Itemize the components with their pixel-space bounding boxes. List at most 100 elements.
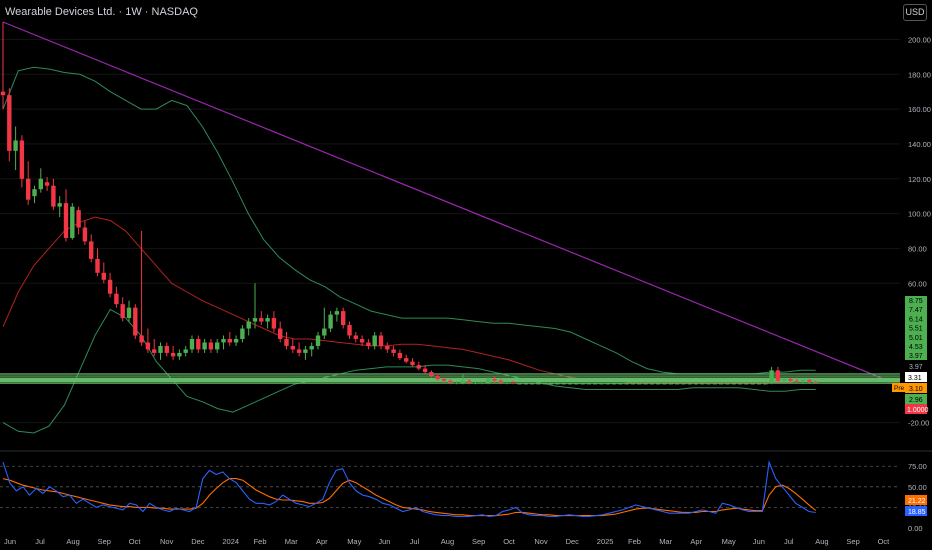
candle-body: [259, 318, 264, 322]
candle-body: [221, 338, 226, 343]
candle-body: [441, 379, 447, 381]
candle-body: [378, 335, 384, 346]
candle-body: [429, 372, 434, 376]
candle-body: [271, 318, 277, 329]
candle-body: [492, 379, 497, 381]
time-tick-label: Mar: [285, 537, 298, 546]
price-tick-label: 140.00: [908, 140, 931, 149]
price-tick-label: 60.00: [908, 279, 927, 288]
candle-body: [580, 383, 585, 385]
candle-body: [70, 206, 75, 238]
support-level-label: 4.53: [909, 344, 923, 351]
candle-body: [404, 358, 409, 362]
candle-body: [164, 345, 169, 353]
candle-body: [353, 335, 358, 339]
candle-body: [347, 325, 352, 336]
candle-body: [107, 279, 113, 294]
candle-body: [574, 383, 579, 385]
candle-body: [542, 383, 547, 385]
candle-body: [63, 203, 69, 238]
time-tick-label: Jun: [753, 537, 765, 546]
time-tick-label: Aug: [66, 537, 79, 546]
rsi-ma-value: 21.22: [908, 498, 926, 505]
candle-body: [76, 210, 81, 228]
candle-body: [57, 203, 62, 207]
candle-body: [769, 370, 774, 384]
candle-body: [101, 272, 106, 280]
candle-body: [731, 383, 736, 385]
chart-title: Wearable Devices Ltd. · 1W · NASDAQ: [5, 6, 198, 18]
candle-body: [435, 375, 440, 380]
candle-body: [208, 342, 214, 350]
candle-body: [567, 383, 573, 385]
rsi-tick-label: 50.00: [908, 483, 927, 492]
candle-body: [13, 140, 18, 151]
time-tick-label: 2025: [597, 537, 614, 546]
candle-body: [7, 95, 12, 151]
candle-body: [794, 380, 799, 382]
candle-body: [303, 349, 308, 353]
candle-body: [737, 383, 743, 385]
candle-body: [152, 349, 157, 353]
support-level-label: 5.51: [909, 326, 923, 333]
time-axis: Jun Jul Aug Sep Oct Nov Dec 2024 Feb Mar Apr May Jun…: [4, 537, 890, 546]
candle-body: [95, 258, 100, 273]
time-tick-label: Sep: [472, 537, 485, 546]
time-tick-label: Jul: [784, 537, 794, 546]
candle-body: [788, 379, 793, 381]
candle-body: [517, 383, 522, 385]
candle-body: [278, 328, 283, 339]
candle-body: [605, 383, 610, 385]
candle-body: [202, 342, 207, 350]
candle-body: [687, 383, 692, 385]
support-level-label: 8.75: [909, 298, 923, 305]
candle-body: [114, 293, 119, 305]
candle-body: [158, 345, 163, 353]
price-tick-label: 3.97: [909, 364, 923, 371]
candle-body: [668, 383, 673, 385]
candle-body: [548, 383, 554, 385]
candle-body: [712, 383, 718, 385]
candle-body: [744, 383, 749, 385]
price-tick-label: 80.00: [908, 244, 927, 253]
candle-body: [341, 311, 346, 326]
time-tick-label: 2024: [222, 537, 239, 546]
candle-body: [139, 335, 144, 343]
candle-body: [296, 349, 302, 353]
candle-body: [120, 304, 125, 319]
pre-price-label: 3.10: [909, 386, 923, 393]
candle-body: [454, 382, 459, 384]
support-level-label: 7.47: [909, 307, 923, 314]
rsi-tick-label: 75.00: [908, 462, 927, 471]
candle-body: [126, 307, 132, 319]
candle-body: [662, 383, 667, 385]
candle-body: [530, 383, 535, 385]
candle-body: [410, 361, 415, 366]
candle-body: [656, 383, 661, 385]
currency-button[interactable]: USD: [903, 4, 927, 21]
support-price-label: 2.96: [909, 397, 923, 404]
price-tick-label: 100.00: [908, 210, 931, 219]
candle-body: [391, 349, 396, 353]
price-chart[interactable]: 75.0050.0025.000.0021.2218.85 200.00180.…: [0, 0, 932, 550]
candle-body: [460, 380, 466, 383]
pre-tag-label: Pre: [894, 385, 905, 392]
candle-body: [674, 383, 680, 385]
candle-body: [170, 352, 176, 357]
time-tick-label: Sep: [846, 537, 859, 546]
price-tick-label: 200.00: [908, 35, 931, 44]
last-price-label: 3.31: [908, 375, 922, 382]
time-tick-label: Jun: [4, 537, 16, 546]
candle-body: [19, 140, 25, 179]
rsi-panel[interactable]: 75.0050.0025.000.0021.2218.85: [0, 450, 932, 533]
price-axis: 200.00 180.00 160.00 140.00 120.00 100.00 80.0…: [905, 35, 931, 428]
candle-body: [782, 379, 787, 381]
time-tick-label: Oct: [878, 537, 891, 546]
candle-body: [643, 383, 648, 385]
candle-body: [246, 321, 251, 329]
candle-body: [637, 383, 642, 385]
time-tick-label: Apr: [316, 537, 328, 546]
candle-body: [328, 314, 333, 329]
candle-body: [467, 380, 472, 383]
price-tick-label: 120.00: [908, 175, 931, 184]
